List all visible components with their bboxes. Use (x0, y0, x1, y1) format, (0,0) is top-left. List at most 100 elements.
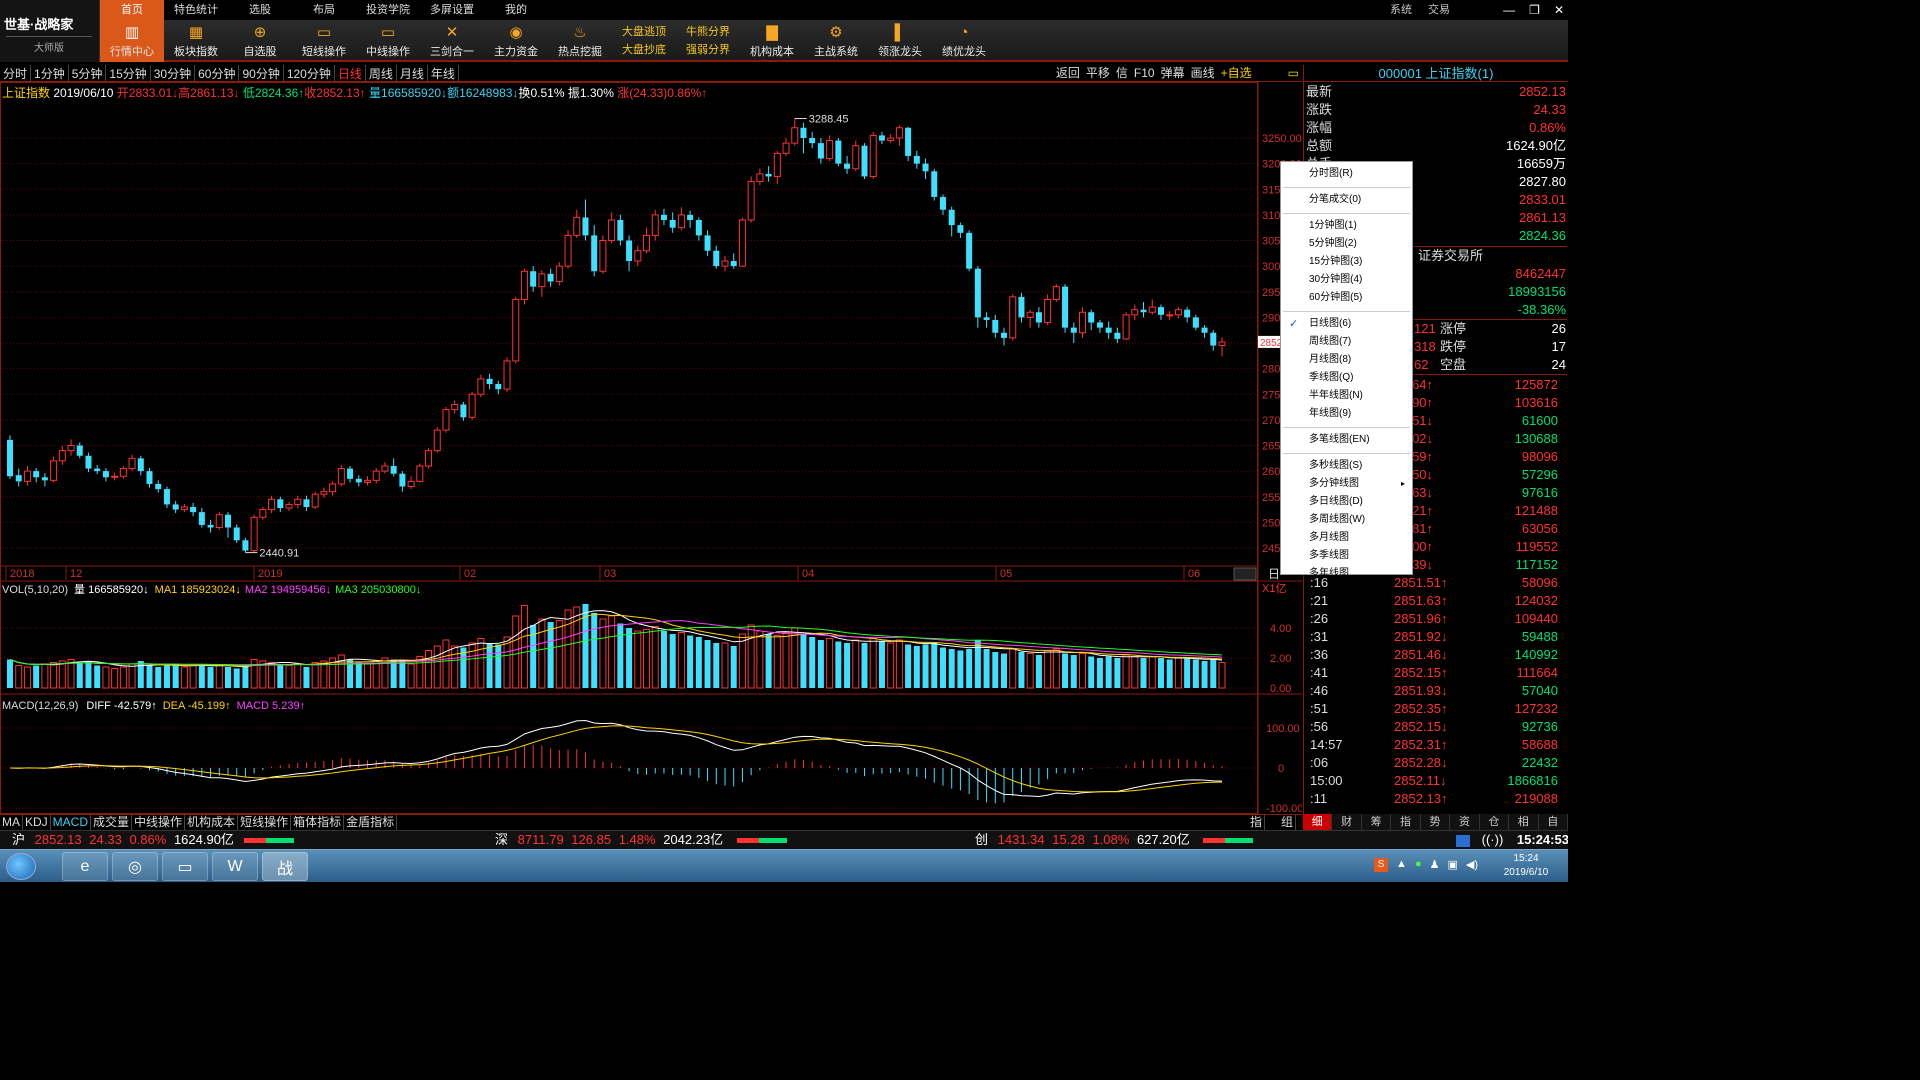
tray-arrow-icon[interactable]: ▲ (1396, 858, 1407, 872)
context-menu-item[interactable]: 半年线图(N) (1309, 388, 1363, 404)
close-icon[interactable]: ✕ (1554, 0, 1564, 20)
context-menu-item[interactable]: 多年线图 (1309, 566, 1349, 582)
toolbar-button[interactable]: ⊕ 自选股 (228, 20, 292, 62)
keyboard-icon[interactable] (1456, 834, 1470, 847)
kline-chart[interactable]: 3250.003200.003150.003100.003050.003000.… (0, 82, 1302, 814)
indicator-tab[interactable]: 机构成本 (185, 815, 239, 830)
period-tab[interactable]: 60分钟 (195, 64, 240, 82)
toolbar-button[interactable]: ▌ 领涨龙头 (868, 20, 932, 62)
toolbar-button[interactable]: ◉ 主力资金 (484, 20, 548, 62)
toolbar-button[interactable]: ▇ 机构成本 (740, 20, 804, 62)
context-menu-item[interactable]: 多秒线图(S) (1309, 458, 1362, 474)
toolbar-button[interactable]: 大盘逃顶 (622, 25, 666, 39)
indicator-tab[interactable]: 短线操作 (238, 815, 292, 830)
period-tab[interactable]: 周线 (366, 64, 397, 82)
indicator-tab[interactable]: 成交量 (91, 815, 133, 830)
wps-icon[interactable]: W (212, 852, 258, 881)
context-menu-item[interactable]: 多日线图(D) (1309, 494, 1363, 510)
context-menu-item[interactable]: 多笔线图(EN) (1309, 432, 1370, 448)
toolbar-button[interactable]: ⚙ 主战系统 (804, 20, 868, 62)
context-menu-item[interactable]: 周线图(7) (1309, 334, 1351, 350)
quote-panel-tab[interactable]: 自 (1539, 814, 1568, 830)
period-tab[interactable]: 1分钟 (31, 64, 69, 82)
toolbar-button[interactable]: ◔ 绩优龙头 (932, 20, 996, 62)
context-menu-item[interactable]: 15分钟图(3) (1309, 254, 1362, 270)
top-menu-item[interactable]: 布局 (292, 0, 356, 20)
period-tab[interactable]: 90分钟 (239, 64, 284, 82)
quote-panel-tab[interactable]: 仓 (1480, 814, 1510, 830)
tray-volume-icon[interactable]: ◀) (1466, 858, 1478, 872)
top-menu-item[interactable]: 特色统计 (164, 0, 228, 20)
period-indicator[interactable]: 日 (1268, 567, 1280, 581)
context-menu-item[interactable]: 5分钟图(2) (1309, 236, 1357, 252)
taskbar-clock[interactable]: 15:24 2019/6/10 (1496, 852, 1556, 880)
toolbar-button[interactable]: 大盘抄底 (622, 43, 666, 57)
context-menu-item[interactable]: 日线图(6) (1309, 316, 1351, 332)
tray-app-icon[interactable]: S (1374, 858, 1389, 872)
maximize-icon[interactable]: ❐ (1529, 0, 1540, 20)
period-tool-button[interactable]: 返回 (1053, 65, 1083, 82)
top-menu-item[interactable]: 多屏设置 (420, 0, 484, 20)
toolbar-button[interactable]: ▭ 中线操作 (356, 20, 420, 62)
quote-panel-tab[interactable]: 资 (1450, 814, 1480, 830)
tray-network-icon[interactable]: ▣ (1447, 858, 1457, 872)
indicator-tab[interactable]: MACD (51, 815, 92, 830)
top-menu-item[interactable]: 投资学院 (356, 0, 420, 20)
panel-toggle-icon[interactable]: ▭ (1285, 65, 1302, 82)
minimize-icon[interactable]: — (1503, 0, 1515, 20)
indicator-tab[interactable]: 中线操作 (132, 815, 186, 830)
toolbar-button[interactable]: 强弱分界 (686, 43, 730, 57)
quote-panel-tab[interactable]: 指 (1391, 814, 1421, 830)
indicator-right-button[interactable]: 组 (1279, 815, 1296, 830)
context-menu-item[interactable]: 年线图(9) (1309, 406, 1351, 422)
period-tool-button[interactable]: 信 (1113, 65, 1131, 82)
folder-icon[interactable]: ▭ (162, 852, 208, 881)
toolbar-button[interactable]: 牛熊分界 (686, 25, 730, 39)
quote-panel-tab[interactable]: 势 (1421, 814, 1451, 830)
context-menu-item[interactable]: 月线图(8) (1309, 352, 1351, 368)
period-tab[interactable]: 日线 (335, 64, 366, 82)
quote-panel-tab[interactable]: 细 (1303, 814, 1333, 830)
top-menu-item[interactable]: 我的 (484, 0, 548, 20)
context-menu-item[interactable]: 1分钟图(1) (1309, 218, 1357, 234)
ie-icon[interactable]: e (62, 852, 108, 881)
period-tab[interactable]: 月线 (397, 64, 428, 82)
browser-icon[interactable]: ◎ (112, 852, 158, 881)
start-button[interactable] (6, 853, 36, 880)
period-tab[interactable]: 5分钟 (69, 64, 107, 82)
period-tab[interactable]: 年线 (428, 64, 459, 82)
period-tool-button[interactable]: F10 (1131, 65, 1158, 82)
indicator-tab[interactable]: KDJ (23, 815, 51, 830)
indicator-tab[interactable]: 箱体指标 (291, 815, 345, 830)
period-tool-button[interactable]: 画线 (1188, 65, 1218, 82)
period-tab[interactable]: 分时 (0, 64, 32, 82)
top-right-menu-item[interactable]: 交易 (1428, 0, 1450, 20)
add-watchlist-button[interactable]: +自选 (1218, 65, 1255, 82)
top-menu-item[interactable]: 首页 (100, 0, 164, 20)
app-task-icon[interactable]: 战 (262, 852, 308, 881)
scroll-thumb[interactable] (1233, 567, 1257, 581)
toolbar-button[interactable]: ✕ 三剑合一 (420, 20, 484, 62)
indicator-tab[interactable]: 金盾指标 (344, 815, 398, 830)
indicator-tab[interactable]: MA (0, 815, 23, 830)
toolbar-button[interactable]: ▭ 短线操作 (292, 20, 356, 62)
context-menu-item[interactable]: 季线图(Q) (1309, 370, 1353, 386)
context-menu-item[interactable]: 分时图(R) (1309, 166, 1353, 182)
context-menu-item[interactable]: 30分钟图(4) (1309, 272, 1362, 288)
toolbar-button[interactable]: ▦ 板块指数 (164, 20, 228, 62)
top-right-menu-item[interactable]: 系统 (1390, 0, 1412, 20)
period-tool-button[interactable]: 平移 (1083, 65, 1113, 82)
top-menu-item[interactable]: 选股 (228, 0, 292, 20)
period-tool-button[interactable]: 弹幕 (1158, 65, 1188, 82)
period-tab[interactable]: 15分钟 (106, 64, 151, 82)
context-menu-item[interactable]: 多季线图 (1309, 548, 1349, 564)
toolbar-button[interactable]: ▥ 行情中心 (100, 20, 164, 62)
toolbar-button[interactable]: ♨ 热点挖掘 (548, 20, 612, 62)
indicator-right-button[interactable]: 指 (1248, 815, 1265, 830)
context-menu-item[interactable]: 多月线图 (1309, 530, 1349, 546)
quote-panel-tab[interactable]: 财 (1332, 814, 1362, 830)
period-tab[interactable]: 120分钟 (284, 64, 335, 82)
tray-green-icon[interactable]: ● (1415, 858, 1422, 872)
context-menu-item[interactable]: 多周线图(W) (1309, 512, 1365, 528)
context-menu-item[interactable]: 多分钟线图 (1309, 476, 1359, 492)
